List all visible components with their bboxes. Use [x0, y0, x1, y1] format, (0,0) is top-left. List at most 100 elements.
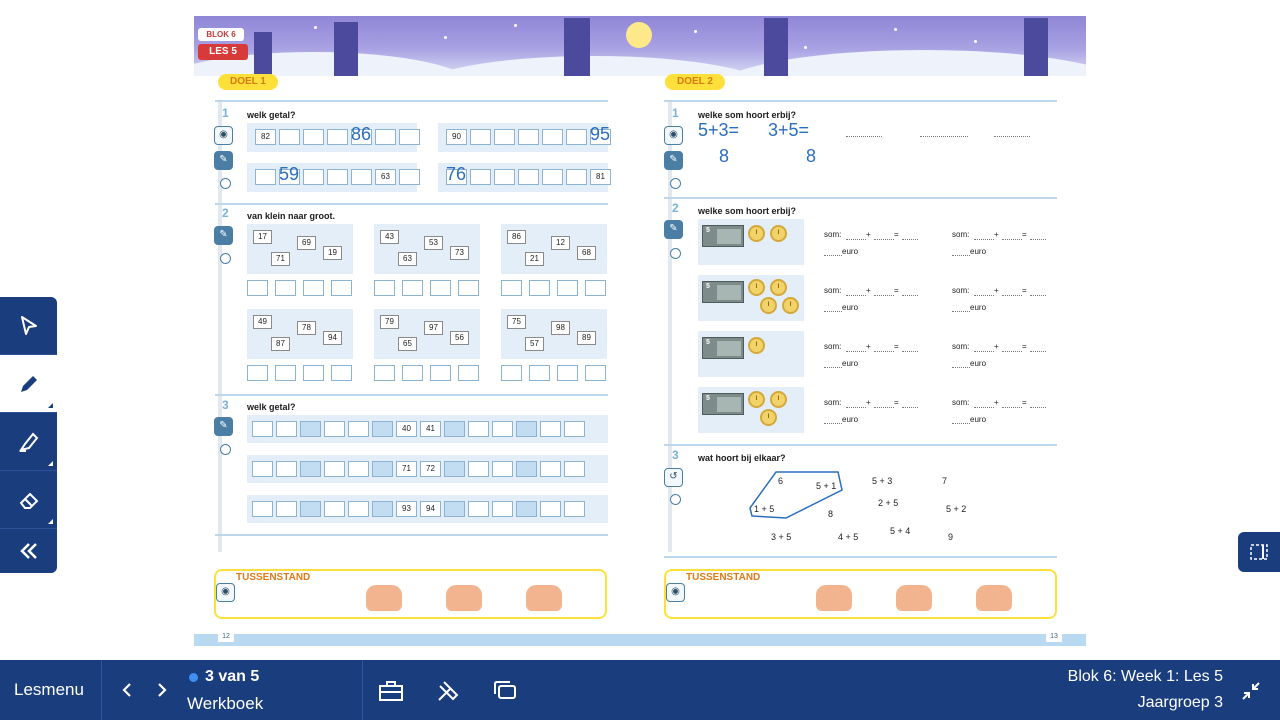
- answer-cell[interactable]: [540, 461, 561, 477]
- eraser-tool-button[interactable]: [0, 471, 57, 529]
- thumbs-sideways-icon[interactable]: [446, 585, 482, 611]
- answer-line[interactable]: [874, 239, 894, 240]
- answer-cell[interactable]: [372, 461, 393, 477]
- answer-line[interactable]: [824, 255, 842, 256]
- answer-cell[interactable]: [518, 169, 539, 185]
- match-item[interactable]: 5 + 3: [872, 476, 892, 486]
- answer-box[interactable]: [501, 365, 522, 381]
- collapse-palette-button[interactable]: [0, 529, 57, 573]
- answer-line[interactable]: [902, 351, 918, 352]
- answer-cell[interactable]: [564, 501, 585, 517]
- answer-cell[interactable]: [348, 421, 369, 437]
- answer-cell[interactable]: [564, 421, 585, 437]
- answer-cell[interactable]: [516, 461, 537, 477]
- tools-button[interactable]: [434, 677, 462, 705]
- answer-cell[interactable]: [468, 421, 489, 437]
- match-item[interactable]: 8: [828, 509, 833, 519]
- answer-cell[interactable]: [492, 421, 513, 437]
- match-item[interactable]: 5 + 2: [946, 504, 966, 514]
- answer-cell[interactable]: [516, 421, 537, 437]
- answer-box[interactable]: [529, 280, 550, 296]
- answer-box[interactable]: [430, 365, 451, 381]
- pencil-icon[interactable]: ✎: [664, 220, 683, 239]
- answer-box[interactable]: [331, 280, 352, 296]
- audio-icon[interactable]: ◉: [664, 126, 683, 145]
- answer-line[interactable]: [902, 407, 918, 408]
- answer-cell[interactable]: [372, 421, 393, 437]
- answer-line[interactable]: [974, 239, 994, 240]
- match-item[interactable]: 7: [942, 476, 947, 486]
- match-item[interactable]: 2 + 5: [878, 498, 898, 508]
- status-circle[interactable]: [670, 494, 681, 505]
- pencil-icon[interactable]: ✎: [214, 226, 233, 245]
- pencil-icon[interactable]: ✎: [214, 417, 233, 436]
- audio-icon[interactable]: ◉: [216, 583, 235, 602]
- answer-cell[interactable]: [303, 129, 324, 145]
- answer-box[interactable]: [247, 280, 268, 296]
- answer-line[interactable]: [952, 423, 970, 424]
- answer-cell[interactable]: [444, 501, 465, 517]
- answer-line[interactable]: [1002, 407, 1022, 408]
- answer-cell[interactable]: [494, 129, 515, 145]
- answer-cell[interactable]: [542, 129, 563, 145]
- thumbs-sideways-icon[interactable]: [896, 585, 932, 611]
- answer-cell[interactable]: [516, 501, 537, 517]
- answer-line[interactable]: [1030, 295, 1046, 296]
- answer-box[interactable]: [501, 280, 522, 296]
- answer-cell[interactable]: [279, 129, 300, 145]
- match-item[interactable]: 5 + 1: [816, 481, 836, 491]
- thumbs-up-icon[interactable]: [366, 585, 402, 611]
- answer-cell[interactable]: [324, 461, 345, 477]
- answer-box[interactable]: [458, 280, 479, 296]
- answer-line[interactable]: [1002, 351, 1022, 352]
- answer-cell[interactable]: [300, 421, 321, 437]
- answer-line[interactable]: [1030, 351, 1046, 352]
- answer-line[interactable]: [902, 239, 918, 240]
- answer-cell[interactable]: [566, 129, 587, 145]
- answer-box[interactable]: [529, 365, 550, 381]
- answer-line[interactable]: [846, 351, 866, 352]
- match-item[interactable]: 3 + 5: [771, 532, 791, 542]
- answer-box[interactable]: [331, 365, 352, 381]
- answer-cell[interactable]: [348, 461, 369, 477]
- match-item[interactable]: 9: [948, 532, 953, 542]
- answer-cell[interactable]: [566, 169, 587, 185]
- answer-box[interactable]: [275, 365, 296, 381]
- status-circle[interactable]: [220, 178, 231, 189]
- pencil-icon[interactable]: ✎: [664, 151, 683, 170]
- answer-line[interactable]: [874, 295, 894, 296]
- answer-cell[interactable]: [492, 461, 513, 477]
- lesmenu-button[interactable]: Lesmenu: [14, 680, 84, 700]
- audio-icon[interactable]: ◉: [666, 583, 685, 602]
- marker-tool-button[interactable]: [0, 413, 57, 471]
- answer-cell[interactable]: [252, 501, 273, 517]
- match-item[interactable]: 1 + 5: [754, 504, 774, 514]
- answer-cell[interactable]: [252, 421, 273, 437]
- answer-box[interactable]: [585, 280, 606, 296]
- answer-line[interactable]: [824, 367, 842, 368]
- answer-cell[interactable]: [470, 169, 491, 185]
- answer-line[interactable]: [874, 407, 894, 408]
- thumbs-down-icon[interactable]: [976, 585, 1012, 611]
- answer-box[interactable]: [430, 280, 451, 296]
- match-item[interactable]: 6: [778, 476, 783, 486]
- answer-cell[interactable]: [324, 421, 345, 437]
- thumbs-down-icon[interactable]: [526, 585, 562, 611]
- answer-cell[interactable]: [444, 421, 465, 437]
- status-circle[interactable]: [670, 248, 681, 259]
- status-circle[interactable]: [220, 253, 231, 264]
- pencil-icon[interactable]: ✎: [214, 151, 233, 170]
- previous-button[interactable]: [115, 678, 139, 702]
- answer-line[interactable]: [824, 423, 842, 424]
- answer-cell[interactable]: [324, 501, 345, 517]
- answer-cell[interactable]: [303, 169, 324, 185]
- answer-cell[interactable]: [372, 501, 393, 517]
- answer-cell[interactable]: [468, 501, 489, 517]
- answer-cell[interactable]: [348, 501, 369, 517]
- answer-box[interactable]: [458, 365, 479, 381]
- next-button[interactable]: [150, 678, 174, 702]
- answer-cell[interactable]: [276, 421, 297, 437]
- answer-cell[interactable]: [327, 169, 348, 185]
- answer-box[interactable]: [402, 365, 423, 381]
- answer-cell[interactable]: [399, 129, 420, 145]
